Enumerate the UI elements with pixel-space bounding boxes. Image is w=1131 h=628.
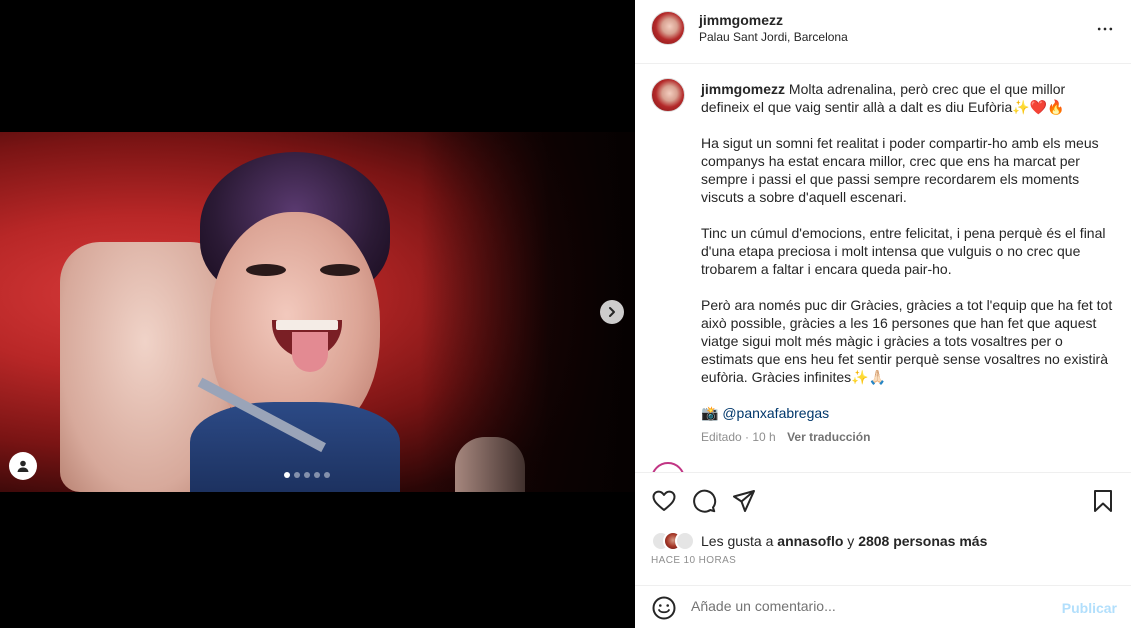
share-button[interactable] [731,488,757,514]
more-options-button[interactable] [1093,17,1117,41]
comment-bar: Publicar [635,585,1131,628]
likes-prefix: Les gusta a [701,533,778,549]
post-actions: Les gusta a annasoflo y 2808 personas má… [635,472,1131,628]
photo-dress [190,402,400,492]
photo-tongue [292,332,328,372]
photo-eye [246,264,286,276]
edited-label: Editado · 10 h [701,430,776,444]
next-comment-avatar[interactable] [651,462,685,472]
post-side-panel: jimmgomezz Palau Sant Jordi, Barcelona j… [635,0,1131,628]
caption-paragraph: Ha sigut un somni fet realitat i poder c… [701,135,1099,205]
emoji-icon [652,596,676,620]
instagram-post-modal: jimmgomezz Palau Sant Jordi, Barcelona j… [0,0,1131,628]
comment-input[interactable] [691,598,1051,614]
user-tag-button[interactable] [9,452,37,480]
caption-paragraph: Però ara només puc dir Gràcies, gràcies … [701,297,1113,385]
avatar[interactable] [651,11,685,45]
post-photo [0,132,635,492]
carousel-dots [284,472,330,478]
likes-text: Les gusta a annasoflo y 2808 personas má… [701,533,987,549]
post-media [0,0,635,628]
caption-meta: Editado · 10 h Ver traducción [701,428,1113,446]
chevron-right-icon [609,307,615,317]
liker-username-link[interactable]: annasoflo [777,533,843,549]
photo-eye [320,264,360,276]
author-username[interactable]: jimmgomezz [699,12,783,28]
caption-paragraph: jimmgomezz Molta adrenalina, però crec q… [701,80,1113,116]
paper-plane-icon [733,490,755,512]
comment-button[interactable] [691,488,717,514]
comment-icon [693,489,717,513]
carousel-dot [314,472,320,478]
publish-button[interactable]: Publicar [1062,600,1117,616]
carousel-dot [294,472,300,478]
bookmark-icon [1094,490,1112,512]
liker-avatar [675,531,695,551]
post-timestamp[interactable]: HACE 10 HORAS [651,555,736,566]
more-options-icon [1097,27,1113,31]
likes-connector: y [843,533,859,549]
post-header: jimmgomezz Palau Sant Jordi, Barcelona [635,0,1131,64]
next-slide-button[interactable] [600,300,624,324]
caption-paragraph: Tinc un cúmul d'emocions, entre felicita… [701,225,1106,277]
photo-teeth [276,320,338,330]
carousel-dot [324,472,330,478]
caption-section: jimmgomezz Molta adrenalina, però crec q… [635,64,1131,472]
camera-emoji: 📸 [701,405,719,421]
caption-body: jimmgomezz Molta adrenalina, però crec q… [701,80,1113,446]
see-translation-button[interactable]: Ver traducción [787,430,870,444]
like-button[interactable] [651,488,677,514]
carousel-dot [284,472,290,478]
heart-icon [652,490,676,511]
user-tag-icon [17,460,29,472]
photo-credit: 📸 @panxafabregas [701,404,1113,422]
post-location[interactable]: Palau Sant Jordi, Barcelona [699,30,848,44]
save-button[interactable] [1090,488,1116,514]
carousel-dot [304,472,310,478]
avatar[interactable] [651,78,685,112]
likes-count-link[interactable]: 2808 personas más [858,533,987,549]
caption-username[interactable]: jimmgomezz [701,81,785,97]
credit-mention-link[interactable]: @panxafabregas [722,405,829,421]
likes-summary[interactable]: Les gusta a annasoflo y 2808 personas má… [651,531,987,551]
emoji-picker-button[interactable] [651,595,677,621]
